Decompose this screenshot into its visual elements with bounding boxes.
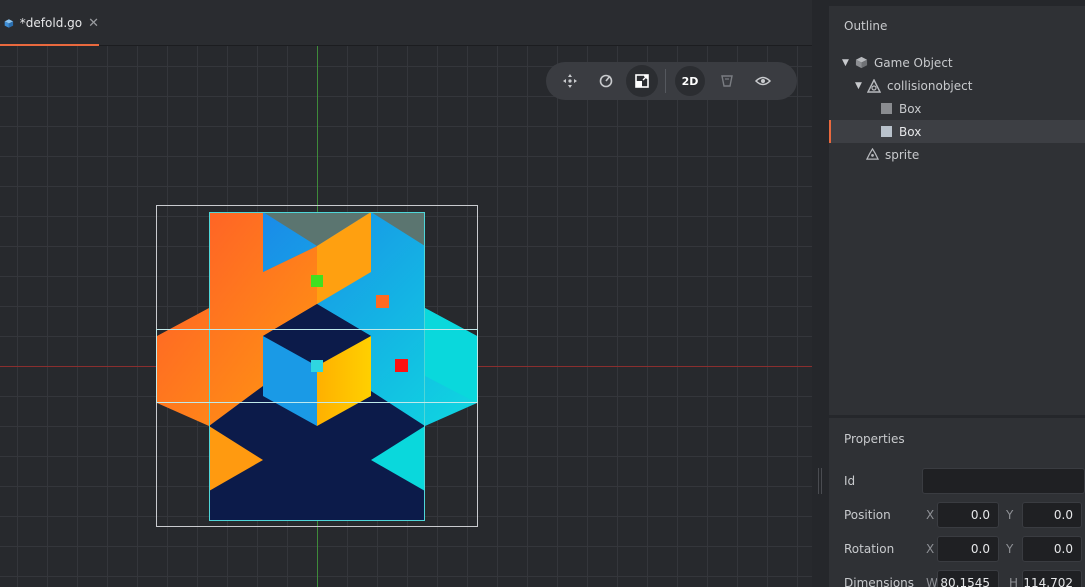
- game-object-cube-icon: [854, 56, 868, 70]
- tree-item-game-object[interactable]: ▼ Game Object: [829, 51, 1085, 74]
- orange-handle[interactable]: [376, 295, 389, 308]
- position-x-field[interactable]: 0.0: [937, 502, 999, 528]
- dimensions-w-field[interactable]: 80.1545: [937, 570, 999, 587]
- box-shape-icon: [879, 125, 893, 139]
- id-field[interactable]: [922, 468, 1085, 494]
- panel-splitter[interactable]: [812, 0, 829, 587]
- expand-triangle-icon[interactable]: ▼: [855, 81, 865, 91]
- rotate-icon: [599, 74, 613, 88]
- property-position: Position X 0.0 Y 0.0: [829, 502, 1085, 528]
- property-rotation: Rotation X 0.0 Y 0.0: [829, 536, 1085, 562]
- rotation-label: Rotation: [844, 542, 895, 556]
- dimensions-h-field[interactable]: 114.702: [1022, 570, 1082, 587]
- sprite-icon: [865, 148, 879, 162]
- move-icon: [563, 74, 577, 88]
- outline-title: Outline: [844, 19, 888, 33]
- red-handle[interactable]: [395, 359, 408, 372]
- perspective-icon: [721, 75, 733, 87]
- scene-canvas: [156, 205, 478, 527]
- position-label: Position: [844, 508, 891, 522]
- tree-item-label: Game Object: [874, 55, 953, 70]
- game-object-cube-icon: [4, 18, 14, 28]
- rotation-x-label: X: [926, 542, 935, 556]
- close-icon[interactable]: ✕: [88, 16, 99, 31]
- tree-item-sprite[interactable]: sprite: [829, 143, 1085, 166]
- properties-title: Properties: [844, 432, 905, 446]
- cyan-pivot-handle[interactable]: [311, 360, 323, 372]
- collision-object-icon: [867, 78, 881, 93]
- scene-viewport[interactable]: 2D: [0, 46, 812, 587]
- tree-item-label: Box: [899, 101, 922, 116]
- rotation-y-label: Y: [1006, 542, 1014, 556]
- position-y-field[interactable]: 0.0: [1022, 502, 1082, 528]
- visibility-toggle-button[interactable]: [747, 65, 779, 97]
- dimensions-h-label: H: [1009, 576, 1019, 587]
- splitter-grip-handle[interactable]: [818, 468, 822, 494]
- 2d-mode-toggle[interactable]: 2D: [675, 66, 705, 96]
- properties-panel: Properties Id Position X 0.0 Y 0.0 Rotat…: [829, 418, 1085, 587]
- position-x-label: X: [926, 508, 935, 522]
- tree-item-box-1[interactable]: Box: [829, 97, 1085, 120]
- move-tool-button[interactable]: [554, 65, 586, 97]
- rotation-y-field[interactable]: 0.0: [1022, 536, 1082, 562]
- rotate-tool-button[interactable]: [590, 65, 622, 97]
- editor-tab-bar: *defold.go ✕: [0, 0, 828, 46]
- selection-indicator: [829, 120, 831, 143]
- dimensions-label: Dimensions: [844, 576, 915, 587]
- id-label: Id: [844, 474, 856, 488]
- green-handle[interactable]: [311, 275, 323, 287]
- outline-panel: Outline ▼ Game Object ▼ collisionobject …: [829, 6, 1085, 415]
- box-shape-icon: [879, 102, 893, 116]
- expand-triangle-icon[interactable]: ▼: [842, 58, 852, 68]
- camera-perspective-button[interactable]: [711, 65, 743, 97]
- property-id: Id: [829, 468, 1085, 494]
- position-y-label: Y: [1006, 508, 1014, 522]
- tab-defold-go[interactable]: *defold.go ✕: [0, 0, 99, 46]
- property-dimensions: Dimensions W 80.1545 H 114.702: [829, 570, 1085, 587]
- tree-item-label: sprite: [885, 147, 920, 162]
- scale-icon: [635, 74, 649, 88]
- viewport-toolbar: 2D: [546, 62, 797, 100]
- rotation-x-field[interactable]: 0.0: [937, 536, 999, 562]
- tree-item-label: collisionobject: [887, 78, 973, 93]
- tab-label: *defold.go: [19, 16, 83, 30]
- tree-item-box-2[interactable]: Box: [829, 120, 1085, 143]
- tree-item-collisionobject[interactable]: ▼ collisionobject: [829, 74, 1085, 97]
- scale-tool-button[interactable]: [626, 65, 658, 97]
- eye-icon: [754, 76, 772, 86]
- tree-item-label: Box: [899, 124, 922, 139]
- toolbar-separator: [665, 69, 666, 93]
